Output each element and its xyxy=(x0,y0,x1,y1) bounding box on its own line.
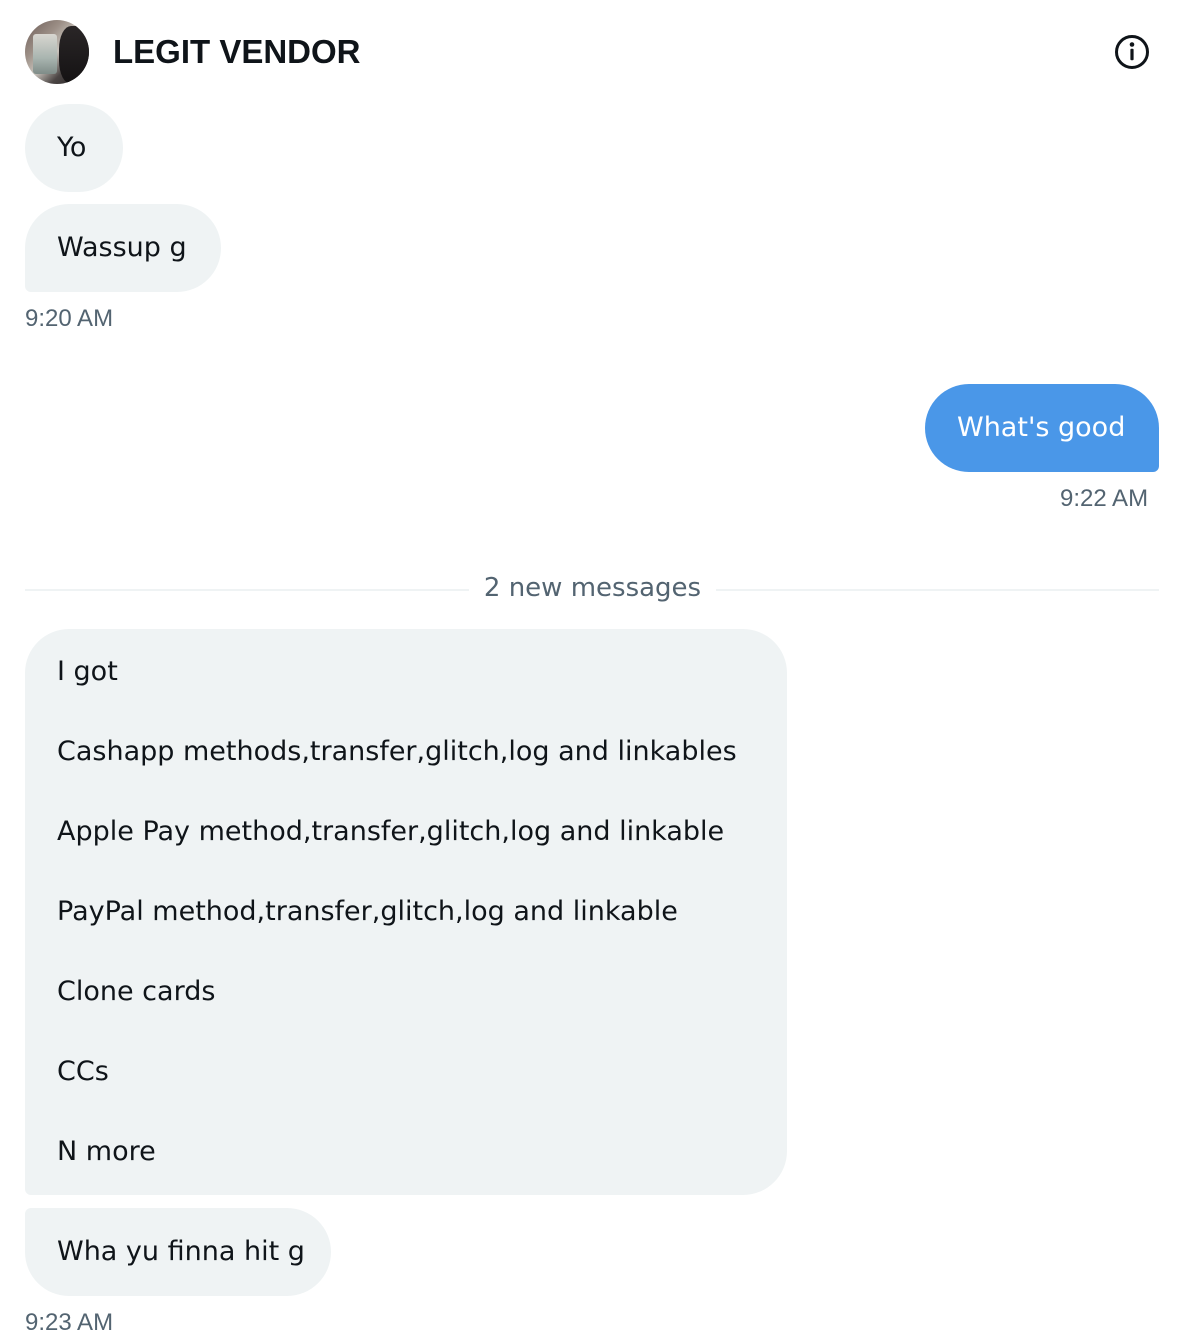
message-timestamp: 9:23 AM xyxy=(25,1309,114,1336)
message-line: PayPal method,transfer,glitch,log and li… xyxy=(57,896,678,927)
divider-line xyxy=(25,589,469,591)
message-line: N more xyxy=(57,1136,156,1167)
message-timestamp: 9:20 AM xyxy=(25,305,114,332)
avatar-image-part xyxy=(59,26,89,84)
message-line: Cashapp methods,transfer,glitch,log and … xyxy=(57,736,737,767)
message-bubble-incoming[interactable]: Yo xyxy=(25,104,123,192)
message-timestamp: 9:22 AM xyxy=(1060,485,1149,512)
message-bubble-incoming[interactable]: I got Cashapp methods,transfer,glitch,lo… xyxy=(25,629,787,1195)
info-circle-icon xyxy=(1115,35,1149,69)
divider-line xyxy=(716,589,1159,591)
conversation-header: LEGIT VENDOR xyxy=(0,0,1180,104)
info-button[interactable] xyxy=(1112,32,1152,72)
message-line: CCs xyxy=(57,1056,109,1087)
message-bubble-incoming[interactable]: Wassup g xyxy=(25,204,221,292)
message-line: Apple Pay method,transfer,glitch,log and… xyxy=(57,816,725,847)
contact-name[interactable]: LEGIT VENDOR xyxy=(113,30,361,74)
new-messages-divider: 2 new messages xyxy=(483,573,702,603)
message-line: I got xyxy=(57,656,118,687)
avatar-image-part xyxy=(33,34,57,74)
dm-conversation: LEGIT VENDOR Yo Wassup g 9:20 AM What's … xyxy=(0,0,1180,1338)
message-bubble-outgoing[interactable]: What's good xyxy=(925,384,1159,472)
contact-avatar[interactable] xyxy=(25,20,89,84)
message-line: Clone cards xyxy=(57,976,216,1007)
message-bubble-incoming[interactable]: Wha yu finna hit g xyxy=(25,1208,331,1296)
